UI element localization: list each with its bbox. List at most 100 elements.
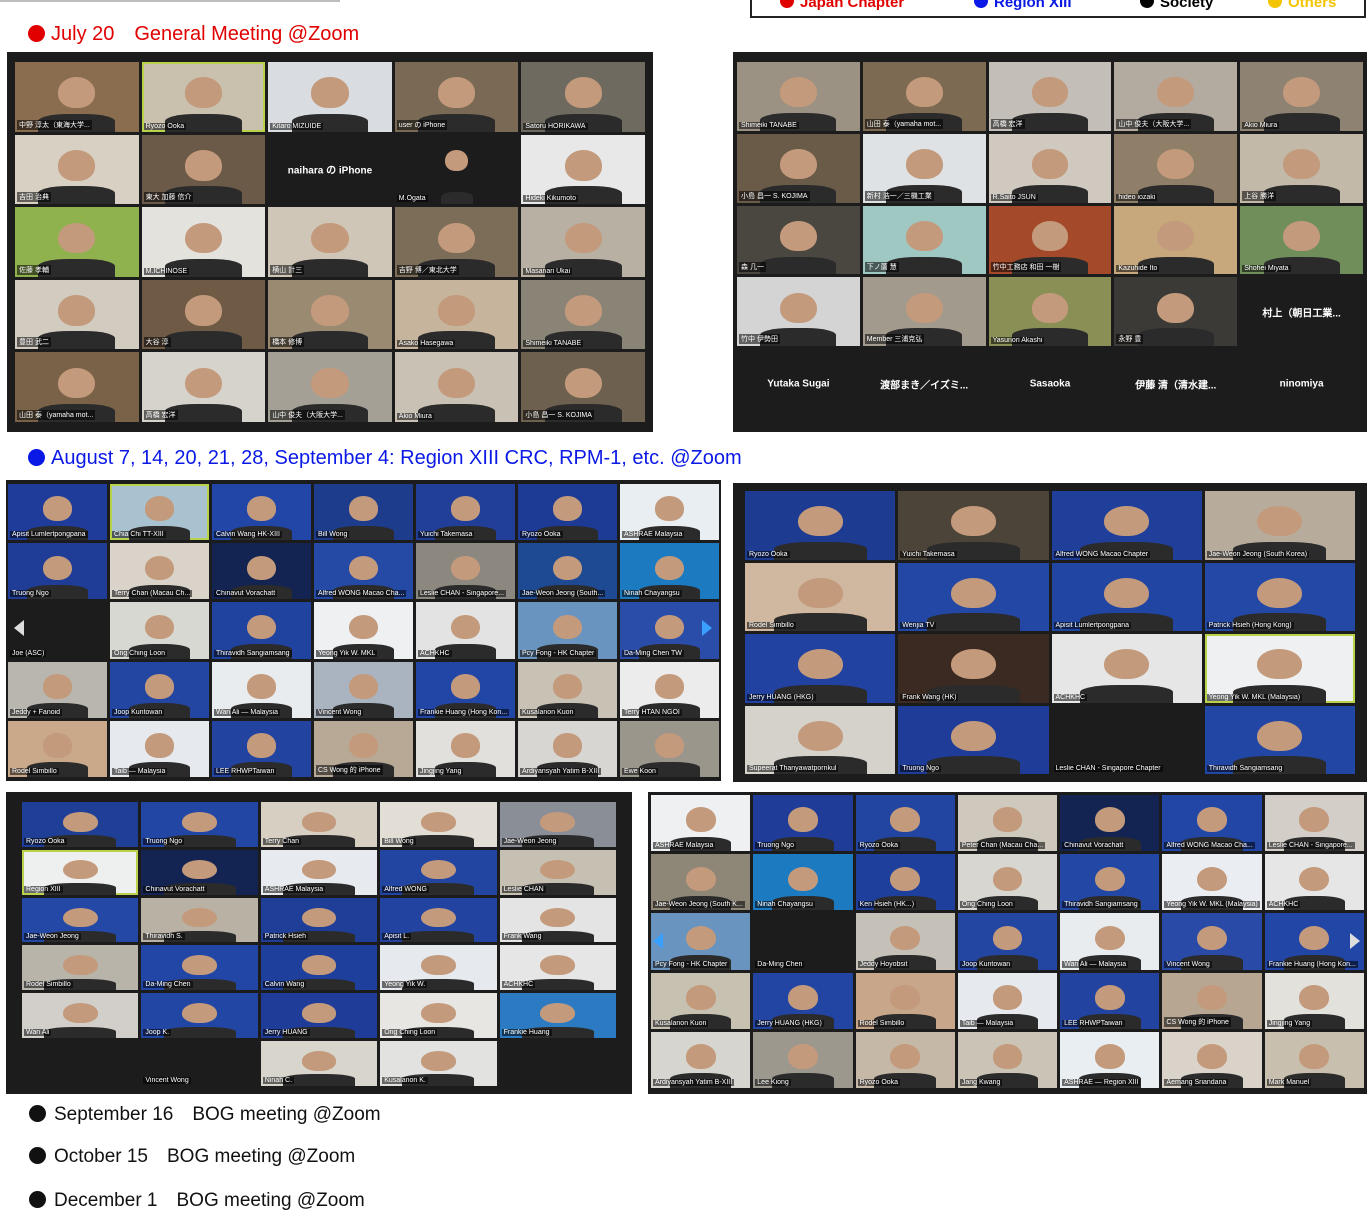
participant-tile[interactable]: Akio Miura xyxy=(394,352,519,422)
participant-tile[interactable]: Member 三浦克弘 xyxy=(862,277,986,347)
participant-tile[interactable]: Chinavut Vorachatt xyxy=(212,543,311,600)
next-page-icon[interactable] xyxy=(702,620,712,636)
participant-tile[interactable]: ASHRAE Malaysia xyxy=(651,795,751,852)
participant-tile[interactable]: Jae-Weon Jeong (South K... xyxy=(651,854,751,911)
participant-tile[interactable]: Rodel Simbillo xyxy=(22,945,139,991)
participant-tile[interactable]: user の iPhone xyxy=(394,62,519,132)
participant-tile[interactable]: Ninah C. xyxy=(260,1041,378,1086)
participant-tile[interactable]: 渡部まき／イズミ... xyxy=(862,349,986,418)
participant-tile[interactable]: Frank Wang (HK) xyxy=(898,634,1049,703)
participant-tile[interactable]: Ong Ching Loon xyxy=(380,993,497,1039)
participant-tile[interactable]: Leslie CHAN xyxy=(499,849,616,895)
participant-tile[interactable]: 伊藤 清（清水建... xyxy=(1114,349,1238,418)
participant-tile[interactable]: Chinavut Vorachatt xyxy=(1060,795,1160,852)
participant-tile[interactable]: 新村 浩一／三機工業 xyxy=(862,133,986,203)
participant-tile[interactable]: Ninah Chayangsu xyxy=(753,854,853,911)
participant-tile[interactable]: Shohei Miyata xyxy=(1240,205,1363,275)
participant-tile[interactable]: Pcy Fong - HK Chapter xyxy=(518,602,617,659)
participant-tile[interactable]: 山中 俊夫（大阪大学... xyxy=(268,352,392,422)
participant-tile[interactable]: Jingjing Yang xyxy=(1264,972,1364,1029)
participant-tile[interactable]: Apisit Lumlertpongpana xyxy=(1051,562,1202,631)
participant-tile[interactable]: Ken Hsieh (HK...) xyxy=(855,854,955,911)
participant-tile[interactable]: 高橋 宏洋 xyxy=(141,352,266,422)
participant-tile[interactable]: Wan Ali xyxy=(22,993,139,1039)
participant-tile[interactable]: Alfred WONG Macao Cha... xyxy=(1162,795,1262,852)
participant-tile[interactable]: Chia Chi TT-XIII xyxy=(110,484,209,541)
participant-tile[interactable]: 竹中工務店 和田 一樹 xyxy=(988,205,1112,275)
participant-tile[interactable]: Jae-Weon Jeong xyxy=(499,802,616,847)
participant-tile[interactable]: Bill Wong xyxy=(314,484,413,541)
participant-tile[interactable]: Ong Ching Loon xyxy=(110,602,209,659)
participant-tile[interactable]: Sasaoka xyxy=(988,349,1112,418)
participant-tile[interactable]: Shimeiki TANABE xyxy=(737,62,860,131)
participant-tile[interactable]: 永野 豊 xyxy=(1114,277,1238,347)
participant-tile[interactable]: Patrick Hsieh (Hong Kong) xyxy=(1204,562,1355,631)
participant-tile[interactable]: Jae-Weon Jeong (South Korea) xyxy=(1204,491,1355,560)
participant-tile[interactable]: ACHKHC xyxy=(416,602,515,659)
participant-tile[interactable]: M.ICHINOSE xyxy=(141,207,266,277)
participant-tile[interactable]: Terry Chan (Macau Ch... xyxy=(110,543,209,600)
participant-tile[interactable]: ASHRAE Malaysia xyxy=(260,849,378,895)
participant-tile[interactable]: Yuichi Takemasa xyxy=(416,484,515,541)
participant-tile[interactable]: Akio Miura xyxy=(1240,62,1363,131)
participant-tile[interactable]: Kusalanon K. xyxy=(380,1041,497,1086)
participant-tile[interactable]: Pcy Fong - HK Chapter xyxy=(651,913,751,970)
participant-tile[interactable]: 橋本 修博 xyxy=(268,279,392,350)
participant-tile[interactable]: Ong Ching Loon xyxy=(957,854,1058,911)
participant-tile[interactable]: Jeddy Hoyobsit xyxy=(855,913,955,970)
participant-tile[interactable]: Apisit Lumlertpongpana xyxy=(8,484,107,541)
participant-tile[interactable]: Ryozo Ooka xyxy=(855,1031,955,1088)
participant-tile[interactable]: 村上（朝日工業... xyxy=(1240,277,1363,347)
participant-tile[interactable]: Kusalanon Kuon xyxy=(518,661,617,718)
participant-tile[interactable]: Ryozo Ooka xyxy=(855,795,955,852)
participant-tile[interactable]: Kusalanon Kuon xyxy=(651,972,751,1029)
participant-tile[interactable]: Thiravidh Sangiamsang xyxy=(1060,854,1160,911)
participant-tile[interactable]: 高橋 宏洋 xyxy=(988,62,1112,131)
participant-tile[interactable]: Frank Wang xyxy=(499,897,616,943)
participant-tile[interactable]: Ryozo Ooka xyxy=(518,484,617,541)
participant-tile[interactable]: Thiravidh Sangiamsang xyxy=(212,602,311,659)
participant-tile[interactable]: Jerry HUANG (HKG) xyxy=(745,634,896,703)
participant-tile[interactable]: 大谷 淳 xyxy=(141,279,266,350)
participant-tile[interactable]: Bill Wong xyxy=(380,802,497,847)
participant-tile[interactable]: LEE RHWPTaiwan xyxy=(212,720,311,777)
participant-tile[interactable]: Thiravidh Sangiamsang xyxy=(1204,705,1355,774)
participant-tile[interactable]: Terry HTAN NGOI xyxy=(620,661,719,718)
participant-tile[interactable]: ninomiya xyxy=(1240,349,1363,418)
participant-tile[interactable]: Truong Ngo xyxy=(898,705,1049,774)
participant-tile[interactable]: 佐藤 孝輔 xyxy=(15,207,139,277)
participant-tile[interactable]: ACHKHC xyxy=(499,945,616,991)
participant-tile[interactable]: 横山 計三 xyxy=(268,207,392,277)
participant-tile[interactable]: Frankie Huang (Hong Kon... xyxy=(416,661,515,718)
participant-tile[interactable]: Ninah Chayangsu xyxy=(620,543,719,600)
participant-tile[interactable]: Yutaka Sugai xyxy=(737,349,860,418)
participant-tile[interactable]: 下ノ薗 慧 xyxy=(862,205,986,275)
participant-tile[interactable]: Joop Kuntowan xyxy=(957,913,1058,970)
participant-tile[interactable]: CS Wong 的 iPhone xyxy=(314,720,413,777)
participant-tile[interactable]: Jerry HUANG (HKG) xyxy=(753,972,853,1029)
previous-page-icon[interactable] xyxy=(653,933,663,949)
participant-tile[interactable]: 上谷 勝洋 xyxy=(1240,133,1363,203)
participant-tile[interactable]: 山田 泰（yamaha mot... xyxy=(862,62,986,131)
participant-tile[interactable]: Jae-Weon Jeong xyxy=(22,897,139,943)
participant-tile[interactable]: 森 几一 xyxy=(737,205,860,275)
participant-tile[interactable]: Alfred WONG Macao Chapter xyxy=(1051,491,1202,560)
participant-tile[interactable]: 小島 昌一 S. KOJIMA xyxy=(521,352,645,422)
participant-tile[interactable]: ACHKHC xyxy=(1264,854,1364,911)
participant-tile[interactable] xyxy=(22,1041,139,1086)
participant-tile[interactable]: 吉野 博／東北大学 xyxy=(394,207,519,277)
participant-tile[interactable]: Shimeiki TANABE xyxy=(521,279,645,350)
participant-tile[interactable]: naihara の iPhone xyxy=(268,134,392,205)
participant-tile[interactable]: Joop K. xyxy=(141,993,258,1039)
participant-tile[interactable]: Ryozo Ooka xyxy=(141,62,266,132)
participant-tile[interactable]: 竹中 伊勢田 xyxy=(737,277,860,347)
participant-tile[interactable]: Patrick Hsieh xyxy=(260,897,378,943)
participant-tile[interactable]: Chinavut Vorachatt xyxy=(141,849,258,895)
participant-tile[interactable]: Wan Ali — Malaysia xyxy=(1060,913,1160,970)
participant-tile[interactable]: Calvin Wang xyxy=(260,945,378,991)
participant-tile[interactable]: Truong Ngo xyxy=(753,795,853,852)
participant-tile[interactable]: Truong Ngo xyxy=(8,543,107,600)
participant-tile[interactable]: Yasunori Akashi xyxy=(988,277,1112,347)
participant-tile[interactable]: Leslie CHAN - Singapore Chapter xyxy=(1051,705,1202,774)
participant-tile[interactable]: Wan Ali — Malaysia xyxy=(212,661,311,718)
